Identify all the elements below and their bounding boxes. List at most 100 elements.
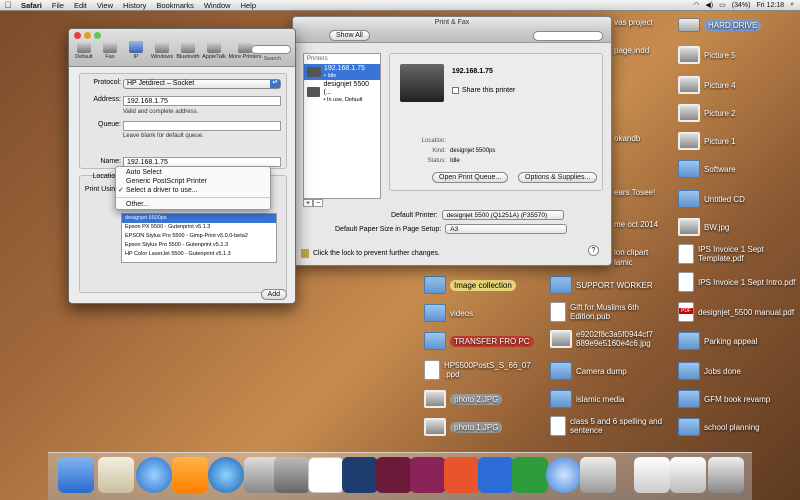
system-preferences-icon[interactable] bbox=[274, 457, 310, 493]
minimize-window-icon[interactable] bbox=[84, 32, 91, 39]
driver-list-item[interactable]: EPSON Stylus Pro 5500 - Gimp-Print v5.0.… bbox=[122, 232, 276, 241]
printer-list-item[interactable]: 192.168.1.75 • Idle bbox=[304, 64, 380, 80]
wifi-icon[interactable]: ◠ bbox=[693, 1, 699, 9]
desktop-item-jpg-hash[interactable]: e9202f8c3a5f0944cf7 889e9e5160e4c6.jpg bbox=[550, 330, 668, 348]
itunes-icon[interactable] bbox=[208, 457, 244, 493]
desktop-item-jobs-done[interactable]: Jobs done bbox=[678, 362, 741, 380]
menu-edit[interactable]: Edit bbox=[69, 1, 92, 10]
driver-list-item[interactable]: Epson PX 5500 - Gutenprint v5.1.3 bbox=[122, 223, 276, 232]
apple-menu-icon[interactable]:  bbox=[0, 0, 16, 10]
ibooks-author-icon[interactable] bbox=[172, 457, 208, 493]
protocol-popup[interactable]: HP Jetdirect – Socket bbox=[123, 79, 281, 89]
desktop-item-transfer-fro-pc[interactable]: TRANSFER FRO PC bbox=[424, 332, 534, 350]
desktop-item-picture-5[interactable]: Picture 5 bbox=[678, 46, 736, 64]
address-field[interactable]: 192.168.1.75 bbox=[123, 96, 281, 106]
remove-printer-button[interactable]: − bbox=[313, 199, 323, 207]
zoom-window-icon[interactable] bbox=[94, 32, 101, 39]
driver-list-item[interactable]: HP Color LaserJet 5500 - Gutenprint v5.1… bbox=[122, 250, 276, 259]
desktop-item-image-collection[interactable]: Image collection bbox=[424, 276, 516, 294]
menu-item-other[interactable]: Other... bbox=[116, 200, 270, 209]
desktop-item-hp-ppd[interactable]: HP5500PostS_S_66_07 .ppd bbox=[424, 360, 548, 380]
close-window-icon[interactable] bbox=[74, 32, 81, 39]
desktop-item-partial[interactable]: okandb bbox=[614, 134, 640, 143]
printer-search-field[interactable] bbox=[251, 45, 291, 54]
desktop-item-school-planning[interactable]: school planning bbox=[678, 418, 760, 436]
desktop-item-partial[interactable]: ion clipart bbox=[614, 248, 648, 257]
menu-item-auto-select[interactable]: Auto Select bbox=[116, 168, 270, 177]
tab-appletalk[interactable]: AppleTalk bbox=[201, 41, 227, 60]
desktop-item-gift-for-muslims[interactable]: Gift for Muslims 6th Edition.pub bbox=[550, 302, 668, 322]
desktop-item-islamic-media[interactable]: islamic media bbox=[550, 390, 624, 408]
menu-window[interactable]: Window bbox=[199, 1, 236, 10]
desktop-item-hard-drive[interactable]: HARD DRIVE bbox=[678, 18, 762, 32]
help-button[interactable]: ? bbox=[588, 245, 599, 256]
tab-windows[interactable]: Windows bbox=[149, 41, 175, 60]
desktop-item-partial[interactable]: page.indd bbox=[614, 46, 649, 55]
paper-size-popup[interactable]: A3 bbox=[445, 224, 568, 234]
desktop-item-partial[interactable]: ears Tosee! bbox=[614, 188, 655, 197]
driver-list-item[interactable]: Epson Stylus Pro 5500 - Gutenprint v5.1.… bbox=[122, 241, 276, 250]
powerpoint-icon[interactable] bbox=[444, 457, 480, 493]
menu-file[interactable]: File bbox=[47, 1, 69, 10]
driver-list-item[interactable]: designjet 5500ps bbox=[122, 214, 276, 223]
trash-icon[interactable] bbox=[708, 457, 744, 493]
desktop-item-parking-appeal[interactable]: Parking appeal bbox=[678, 332, 757, 350]
stack-downloads-icon[interactable] bbox=[634, 457, 670, 493]
desktop-item-designjet-manual[interactable]: designjet_5500 manual.pdf bbox=[678, 302, 796, 322]
options-supplies-button[interactable]: Options & Supplies... bbox=[518, 172, 598, 183]
preview-icon[interactable] bbox=[98, 457, 134, 493]
tab-ip[interactable]: IP bbox=[123, 41, 149, 60]
menu-help[interactable]: Help bbox=[236, 1, 261, 10]
indesign-icon[interactable] bbox=[376, 457, 412, 493]
desktop-item-partial[interactable]: vas project bbox=[614, 18, 653, 27]
spotlight-icon[interactable]: ⌕ bbox=[790, 1, 794, 9]
desktop-item-picture-1[interactable]: Picture 1 bbox=[678, 132, 736, 150]
volume-icon[interactable]: ◀) bbox=[705, 1, 713, 9]
stack-documents-icon[interactable] bbox=[670, 457, 706, 493]
finder-icon[interactable] bbox=[58, 457, 94, 493]
desktop-item-ips-invoice-intro[interactable]: IPS Invoice 1 Sept Intro.pdf bbox=[678, 272, 796, 292]
quicktime-icon[interactable] bbox=[546, 457, 582, 493]
lock-icon[interactable] bbox=[301, 249, 309, 258]
word-icon[interactable] bbox=[478, 457, 514, 493]
queue-field[interactable] bbox=[123, 121, 281, 131]
add-printer-button[interactable]: + bbox=[303, 199, 313, 207]
tab-default[interactable]: Default bbox=[71, 41, 97, 60]
checkbox-box[interactable] bbox=[452, 87, 459, 94]
print-fax-titlebar[interactable]: Print & Fax bbox=[293, 17, 611, 29]
battery-icon[interactable]: ▭ bbox=[719, 1, 726, 9]
share-printer-checkbox[interactable]: Share this printer bbox=[452, 87, 515, 94]
desktop-item-photo-1[interactable]: photo 1.JPG bbox=[424, 418, 503, 436]
photoshop-icon[interactable] bbox=[342, 457, 378, 493]
tab-fax[interactable]: Fax bbox=[97, 41, 123, 60]
desktop-item-software[interactable]: Software bbox=[678, 160, 736, 178]
menu-bookmarks[interactable]: Bookmarks bbox=[151, 1, 199, 10]
acrobat-icon[interactable] bbox=[308, 457, 344, 493]
default-printer-popup[interactable]: designjet 5500 (Q1251A) (F35570) bbox=[441, 210, 564, 220]
show-all-button[interactable]: Show All bbox=[329, 30, 370, 41]
desktop-item-support-worker[interactable]: SUPPORT WORKER bbox=[550, 276, 653, 294]
menu-view[interactable]: View bbox=[92, 1, 118, 10]
desktop-item-gfm-book-revamp[interactable]: GFM book revamp bbox=[678, 390, 770, 408]
printer-list-item[interactable]: designjet 5500 (... • In use, Default bbox=[304, 80, 380, 104]
desktop-item-videos[interactable]: videos bbox=[424, 304, 473, 322]
tab-bluetooth[interactable]: Bluetooth bbox=[175, 41, 201, 60]
add-button[interactable]: Add bbox=[260, 289, 287, 300]
open-print-queue-button[interactable]: Open Print Queue... bbox=[432, 172, 509, 183]
preferences-search-field[interactable] bbox=[533, 31, 603, 41]
desktop-item-class-spelling[interactable]: class 5 and 6 spelling and sentence bbox=[550, 416, 668, 436]
menu-item-generic-postscript[interactable]: Generic PostScript Printer bbox=[116, 177, 270, 186]
desktop-item-picture-4[interactable]: Picture 4 bbox=[678, 76, 736, 94]
desktop-item-picture-2[interactable]: Picture 2 bbox=[678, 104, 736, 122]
photo-booth-icon[interactable] bbox=[580, 457, 616, 493]
desktop-item-partial[interactable]: me oct 2014 bbox=[614, 220, 658, 229]
clock[interactable]: Fri 12:18 bbox=[756, 2, 784, 9]
indesign-alt-icon[interactable] bbox=[410, 457, 446, 493]
menu-app-name[interactable]: Safari bbox=[16, 1, 47, 10]
desktop-item-bw-jpg[interactable]: BW.jpg bbox=[678, 218, 729, 236]
desktop-item-untitled-cd[interactable]: Untitled CD bbox=[678, 190, 745, 208]
desktop-item-photo-2[interactable]: photo 2.JPG bbox=[424, 390, 503, 408]
desktop-item-ips-invoice-template[interactable]: IPS Invoice 1 Sept Template.pdf bbox=[678, 244, 796, 264]
menu-history[interactable]: History bbox=[118, 1, 151, 10]
safari-icon[interactable] bbox=[136, 457, 172, 493]
